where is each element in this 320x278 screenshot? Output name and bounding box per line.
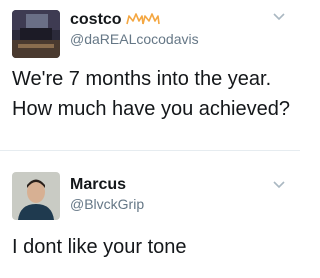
avatar-image: [12, 10, 60, 58]
user-handle[interactable]: @BlvckGrip: [70, 196, 144, 212]
tweet-text-line: We're 7 months into the year.: [12, 68, 272, 90]
display-name[interactable]: costco: [70, 11, 122, 29]
chevron-down-icon[interactable]: [272, 180, 286, 190]
tweet-card[interactable]: Marcus @BlvckGrip I dont like your tone: [0, 162, 300, 278]
display-name[interactable]: Marcus: [70, 176, 126, 194]
tweet-text: I dont like your tone: [12, 232, 187, 262]
crown-icon: [126, 13, 160, 25]
divider: [0, 150, 300, 151]
avatar[interactable]: [12, 172, 60, 220]
avatar[interactable]: [12, 10, 60, 58]
chevron-down-icon[interactable]: [272, 12, 286, 22]
tweet-text-line: I dont like your tone: [12, 236, 187, 258]
tweet-text-line: How much have you achieved?: [12, 98, 290, 120]
tweet-text: We're 7 months into the year. How much h…: [12, 64, 290, 124]
user-handle[interactable]: @daREALcocodavis: [70, 31, 199, 47]
avatar-image: [12, 172, 60, 220]
tweet-card[interactable]: costco @daREALcocodavis We're 7 months i…: [0, 0, 300, 142]
